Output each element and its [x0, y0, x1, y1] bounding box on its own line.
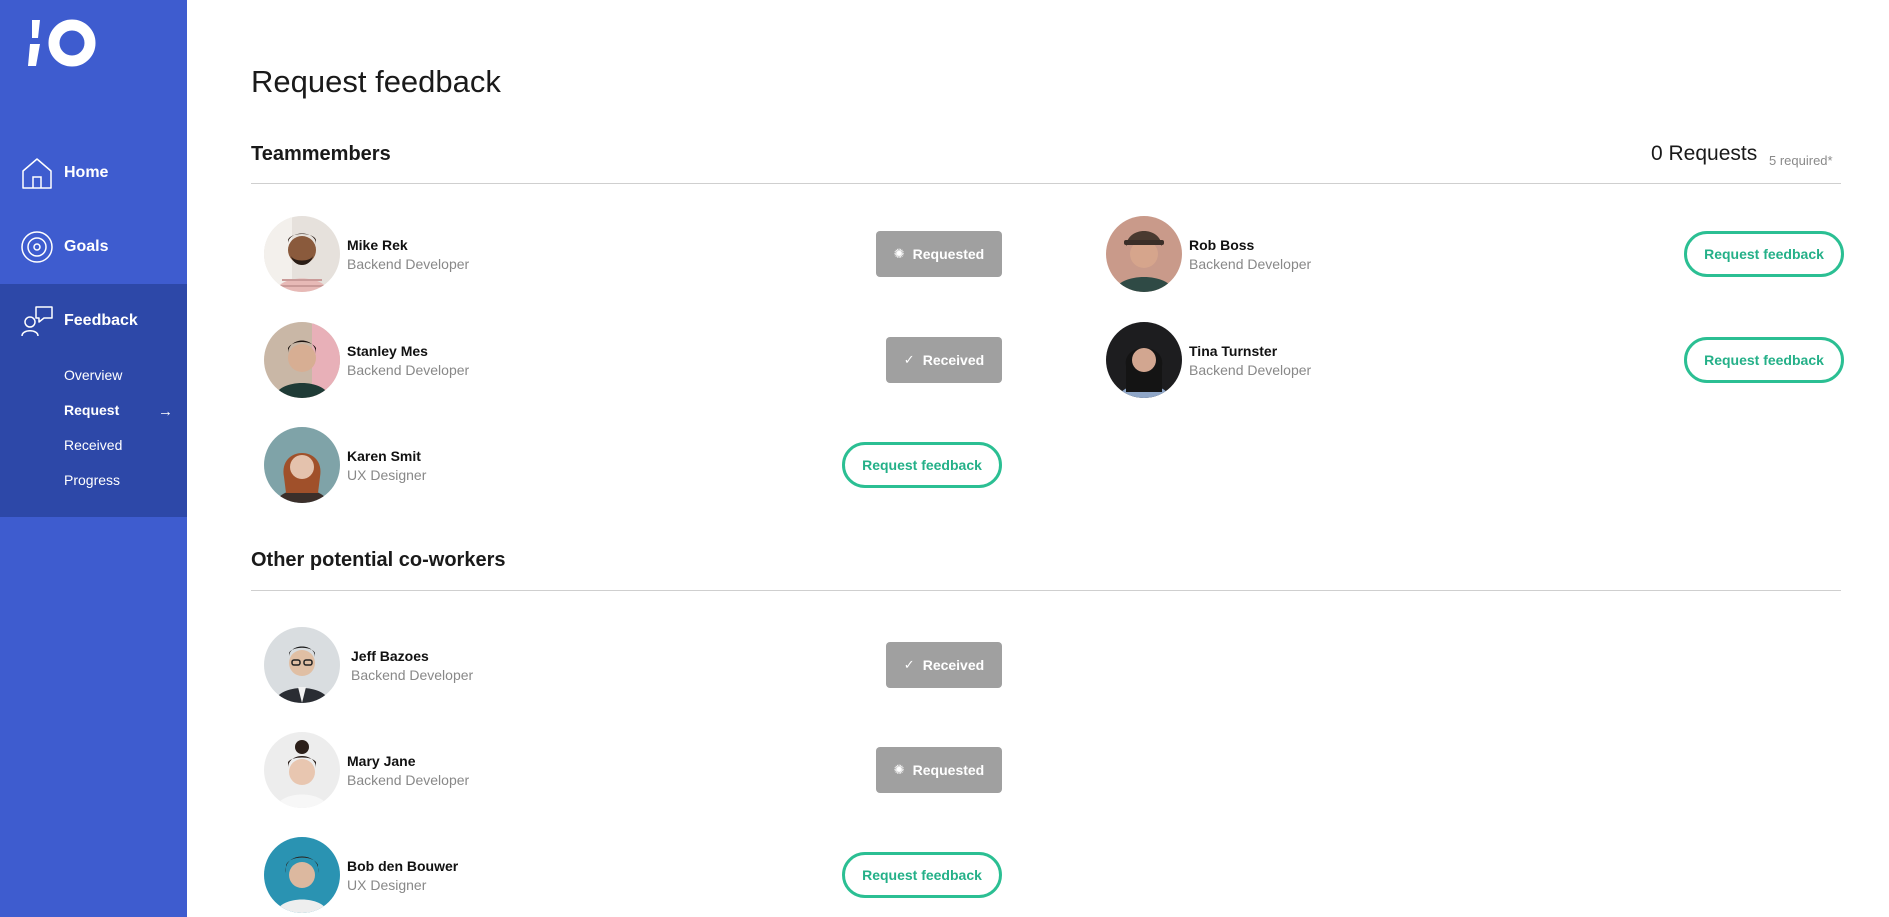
person-photo-icon: [264, 732, 340, 808]
avatar: [264, 427, 340, 503]
io-logo[interactable]: [26, 18, 98, 68]
loading-spinner-icon: ✺: [893, 246, 905, 261]
person-photo-icon: [1106, 216, 1182, 292]
received-button[interactable]: ✓ Received: [886, 642, 1002, 688]
requested-button[interactable]: ✺ Requested: [876, 747, 1002, 793]
request-feedback-button[interactable]: Request feedback: [842, 852, 1002, 898]
person-card: Stanley Mes Backend Developer ✓ Received: [252, 322, 1002, 400]
check-icon: ✓: [903, 657, 915, 672]
person-name: Mary Jane: [347, 753, 416, 769]
request-feedback-button[interactable]: Request feedback: [1684, 337, 1844, 383]
person-name: Jeff Bazoes: [351, 648, 429, 664]
button-label: Received: [922, 657, 985, 673]
person-card: Karen Smit UX Designer Request feedback: [252, 427, 1002, 505]
person-card: Jeff Bazoes Backend Developer ✓ Received: [252, 627, 1002, 705]
requests-count: 0 Requests: [1651, 142, 1758, 165]
subnav-progress[interactable]: Progress: [64, 472, 120, 488]
subnav-overview[interactable]: Overview: [64, 367, 122, 383]
person-name: Karen Smit: [347, 448, 421, 464]
person-name: Rob Boss: [1189, 237, 1255, 253]
subnav-request[interactable]: Request: [64, 402, 119, 418]
person-photo-icon: [264, 322, 340, 398]
nav-home-label: Home: [64, 164, 109, 181]
person-photo-icon: [264, 216, 340, 292]
person-photo-icon: [264, 427, 340, 503]
check-icon: ✓: [903, 352, 915, 367]
home-icon: [22, 158, 52, 189]
request-feedback-button[interactable]: Request feedback: [1684, 231, 1844, 277]
received-button[interactable]: ✓ Received: [886, 337, 1002, 383]
section-title-teammembers: Teammembers: [251, 143, 391, 165]
avatar: [264, 837, 340, 913]
avatar: [264, 627, 340, 703]
person-name: Bob den Bouwer: [347, 858, 459, 874]
person-card: Bob den Bouwer UX Designer Request feedb…: [252, 837, 1002, 915]
page-title: Request feedback: [251, 64, 501, 99]
feedback-icon: [21, 306, 53, 337]
avatar: [264, 216, 340, 292]
avatar: [1106, 216, 1182, 292]
nav-home[interactable]: Home: [0, 136, 187, 210]
avatar: [264, 322, 340, 398]
person-role: Backend Developer: [1189, 362, 1312, 378]
requested-button[interactable]: ✺ Requested: [876, 231, 1002, 277]
subnav-received[interactable]: Received: [64, 437, 122, 453]
button-label: Requested: [912, 246, 985, 262]
person-photo-icon: [1106, 322, 1182, 398]
person-name: Mike Rek: [347, 237, 408, 253]
nav-goals-label: Goals: [64, 238, 109, 255]
person-photo-icon: [264, 627, 340, 703]
person-card: Rob Boss Backend Developer Request feedb…: [1094, 216, 1844, 294]
person-role: UX Designer: [347, 467, 427, 483]
feedback-section: Feedback Overview Request → Received Pro…: [0, 284, 187, 517]
nav-feedback-label: Feedback: [64, 312, 138, 329]
section-title-others: Other potential co-workers: [251, 549, 506, 571]
person-role: Backend Developer: [1189, 256, 1312, 272]
person-card: Mary Jane Backend Developer ✺ Requested: [252, 732, 1002, 810]
requests-required: 5 required*: [1769, 153, 1833, 168]
sidebar: Home Goals Feedback Overview Request → R…: [0, 0, 187, 917]
arrow-right-icon: →: [158, 403, 173, 420]
button-label: Requested: [912, 762, 985, 778]
avatar: [264, 732, 340, 808]
person-name: Stanley Mes: [347, 343, 428, 359]
nav-goals[interactable]: Goals: [0, 210, 187, 284]
loading-spinner-icon: ✺: [893, 762, 905, 777]
divider: [251, 590, 1841, 591]
request-feedback-button[interactable]: Request feedback: [842, 442, 1002, 488]
target-icon: [21, 231, 53, 263]
person-role: Backend Developer: [347, 256, 470, 272]
person-role: UX Designer: [347, 877, 427, 893]
person-card: Tina Turnster Backend Developer Request …: [1094, 322, 1844, 400]
divider: [251, 183, 1841, 184]
nav-feedback[interactable]: Feedback: [0, 284, 187, 358]
avatar: [1106, 322, 1182, 398]
person-name: Tina Turnster: [1189, 343, 1278, 359]
button-label: Received: [922, 352, 985, 368]
person-role: Backend Developer: [347, 362, 470, 378]
person-card: Mike Rek Backend Developer ✺ Requested: [252, 216, 1002, 294]
person-photo-icon: [264, 837, 340, 913]
person-role: Backend Developer: [351, 667, 474, 683]
person-role: Backend Developer: [347, 772, 470, 788]
